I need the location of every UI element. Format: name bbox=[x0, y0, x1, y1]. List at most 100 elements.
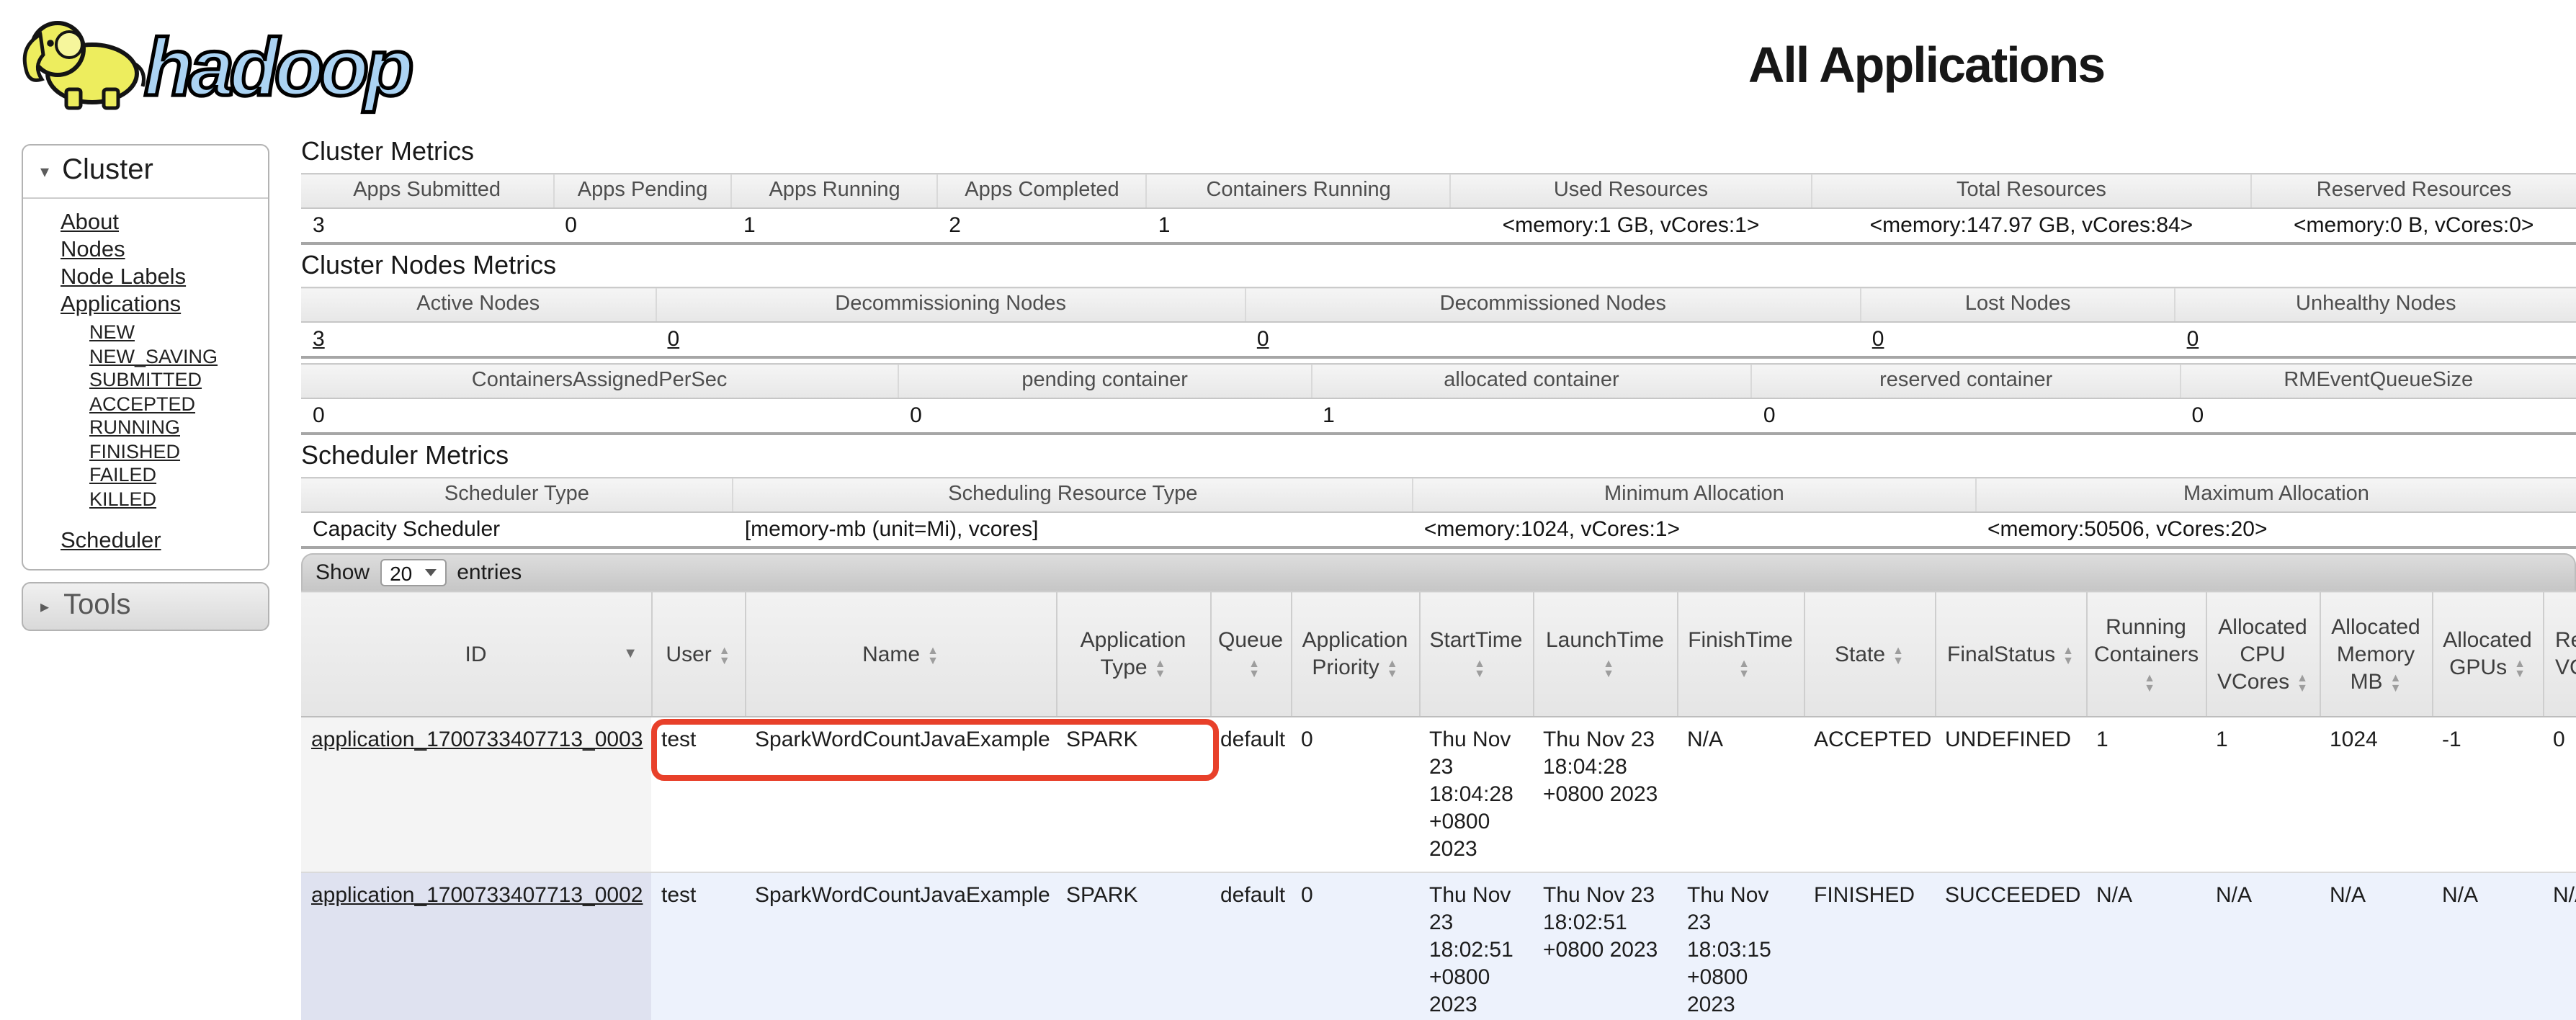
hadoop-logo: hadoop bbox=[14, 6, 447, 122]
cell-launchtime: Thu Nov 23 18:04:28 +0800 2023 bbox=[1533, 717, 1677, 872]
column-header: Active Nodes bbox=[301, 287, 656, 322]
column-header-queue[interactable]: Queue▲▼ bbox=[1210, 591, 1291, 717]
metric-value: <memory:147.97 GB, vCores:84> bbox=[1812, 208, 2252, 243]
column-header: Apps Completed bbox=[937, 174, 1147, 208]
column-header-running-containers[interactable]: Running Containers ▲▼ bbox=[2086, 591, 2206, 717]
metric-value: <memory:0 B, vCores:0> bbox=[2251, 208, 2576, 243]
column-header: Apps Submitted bbox=[301, 174, 553, 208]
sidebar-item-scheduler[interactable]: Scheduler bbox=[61, 529, 161, 553]
column-header: Scheduling Resource Type bbox=[733, 478, 1413, 512]
sort-icon: ▲▼ bbox=[719, 645, 730, 665]
cell-state: ACCEPTED bbox=[1804, 717, 1935, 872]
sidebar-item-about[interactable]: About bbox=[61, 210, 119, 235]
main-content: Cluster Metrics Apps Submitted Apps Pend… bbox=[301, 138, 2576, 1020]
sort-icon: ▲▼ bbox=[1738, 658, 1750, 679]
metric-value: 0 bbox=[301, 398, 898, 434]
active-nodes-link[interactable]: 3 bbox=[313, 327, 325, 352]
column-header-allocated-gpus[interactable]: Allocated GPUs▲▼ bbox=[2432, 591, 2543, 717]
sidebar-item-state-finished[interactable]: FINISHED bbox=[89, 440, 180, 462]
column-label: Allocated CPU VCores bbox=[2217, 614, 2307, 694]
cell-queue: default bbox=[1210, 717, 1291, 872]
cell-application-type: SPARK bbox=[1056, 872, 1210, 1020]
metric-value: 0 bbox=[2180, 398, 2576, 434]
sort-icon: ▲▼ bbox=[2062, 645, 2074, 665]
column-header-launchtime[interactable]: LaunchTime▲▼ bbox=[1533, 591, 1677, 717]
column-header: allocated container bbox=[1311, 364, 1752, 398]
metric-value: 2 bbox=[937, 208, 1147, 243]
sidebar-item-state-failed[interactable]: FAILED bbox=[89, 464, 156, 486]
column-header-starttime[interactable]: StartTime▲▼ bbox=[1419, 591, 1533, 717]
metric-value: [memory-mb (unit=Mi), vcores] bbox=[733, 512, 1413, 547]
column-header: RMEventQueueSize bbox=[2180, 364, 2576, 398]
column-header: Scheduler Type bbox=[301, 478, 733, 512]
sidebar-item-state-new-saving[interactable]: NEW_SAVING bbox=[89, 345, 218, 367]
column-header: pending container bbox=[898, 364, 1311, 398]
cluster-nodes-metrics-table-1: Active Nodes Decommissioning Nodes Decom… bbox=[301, 287, 2576, 359]
sidebar-item-node-labels[interactable]: Node Labels bbox=[61, 265, 186, 290]
sidebar-item-state-killed[interactable]: KILLED bbox=[89, 488, 156, 509]
column-header: Containers Running bbox=[1147, 174, 1451, 208]
application-id-link[interactable]: application_1700733407713_0002 bbox=[311, 883, 643, 908]
sort-icon: ▲▼ bbox=[2144, 672, 2155, 692]
column-header-finishtime[interactable]: FinishTime▲▼ bbox=[1677, 591, 1804, 717]
sidebar-item-state-running[interactable]: RUNNING bbox=[89, 416, 180, 438]
sort-icon: ▲▼ bbox=[1474, 658, 1485, 679]
column-header-name[interactable]: Name▲▼ bbox=[745, 591, 1056, 717]
column-label: State bbox=[1835, 642, 1885, 666]
cell-finishtime: N/A bbox=[1677, 717, 1804, 872]
column-header: Apps Pending bbox=[553, 174, 732, 208]
cell-queue: default bbox=[1210, 872, 1291, 1020]
sidebar-item-state-submitted[interactable]: SUBMITTED bbox=[89, 369, 202, 390]
sort-icon: ▲▼ bbox=[2297, 672, 2308, 692]
column-header-user[interactable]: User ▲▼ bbox=[651, 591, 745, 717]
sidebar-item-state-accepted[interactable]: ACCEPTED bbox=[89, 393, 195, 414]
metric-value: <memory:1 GB, vCores:1> bbox=[1450, 208, 1811, 243]
application-id-link[interactable]: application_1700733407713_0003 bbox=[311, 728, 643, 752]
column-header-application-type[interactable]: Application Type▲▼ bbox=[1056, 591, 1210, 717]
column-header-application-priority[interactable]: Application Priority▲▼ bbox=[1291, 591, 1419, 717]
sidebar-item-applications[interactable]: Applications bbox=[61, 292, 181, 317]
cell-finishtime: Thu Nov 23 18:03:15 +0800 2023 bbox=[1677, 872, 1804, 1020]
column-header-id[interactable]: ID ▼ bbox=[301, 591, 651, 717]
page-size-value: 20 bbox=[390, 561, 412, 584]
sort-icon: ▲▼ bbox=[1892, 645, 1904, 665]
column-header-reserved-cpu-vcores[interactable]: Reserved CPU VCores bbox=[2543, 591, 2576, 717]
tools-panel-header[interactable]: ▸ Tools bbox=[22, 582, 269, 631]
lost-nodes-link[interactable]: 0 bbox=[1872, 327, 1884, 352]
decommissioning-nodes-link[interactable]: 0 bbox=[667, 327, 679, 352]
column-header: Decommissioning Nodes bbox=[656, 287, 1245, 322]
sidebar-item-nodes[interactable]: Nodes bbox=[61, 238, 125, 262]
cell-allocated-gpus: -1 bbox=[2432, 717, 2543, 872]
column-header: Used Resources bbox=[1450, 174, 1811, 208]
sidebar-item-state-new[interactable]: NEW bbox=[89, 321, 135, 343]
cluster-panel-header[interactable]: ▾ Cluster bbox=[23, 146, 268, 199]
column-label: Allocated Memory MB bbox=[2331, 614, 2420, 694]
column-label: Queue bbox=[1218, 628, 1283, 653]
metric-value: 1 bbox=[1147, 208, 1451, 243]
cell-reserved-cpu-vcores: 0 bbox=[2543, 717, 2576, 872]
column-header-allocated-cpu-vcores[interactable]: Allocated CPU VCores▲▼ bbox=[2206, 591, 2320, 717]
cell-application-priority: 0 bbox=[1291, 717, 1419, 872]
column-label: FinalStatus bbox=[1947, 642, 2055, 666]
chevron-down-icon bbox=[425, 569, 437, 576]
cell-state: FINISHED bbox=[1804, 872, 1935, 1020]
column-header: Total Resources bbox=[1812, 174, 2252, 208]
column-label: User bbox=[666, 642, 711, 666]
sidebar: ▾ Cluster About Nodes Node Labels Applic… bbox=[22, 144, 269, 631]
cell-starttime: Thu Nov 23 18:02:51 +0800 2023 bbox=[1419, 872, 1533, 1020]
cell-allocated-cpu-vcores: N/A bbox=[2206, 872, 2320, 1020]
page-size-select[interactable]: 20 bbox=[380, 559, 447, 586]
cell-application-type: SPARK bbox=[1056, 717, 1210, 872]
column-label: Reserved CPU VCores bbox=[2555, 628, 2576, 680]
column-header-allocated-memory-mb[interactable]: Allocated Memory MB▲▼ bbox=[2320, 591, 2432, 717]
column-label: Running Containers bbox=[2094, 614, 2199, 666]
column-header-state[interactable]: State ▲▼ bbox=[1804, 591, 1935, 717]
sort-icon: ▲▼ bbox=[2514, 658, 2526, 679]
decommissioned-nodes-link[interactable]: 0 bbox=[1257, 327, 1269, 352]
sort-icon: ▲▼ bbox=[1387, 658, 1398, 679]
unhealthy-nodes-link[interactable]: 0 bbox=[2187, 327, 2199, 352]
metric-value: 1 bbox=[1311, 398, 1752, 434]
table-row: application_1700733407713_0003 test Spar… bbox=[301, 717, 2576, 872]
column-header: Unhealthy Nodes bbox=[2175, 287, 2576, 322]
column-header-finalstatus[interactable]: FinalStatus ▲▼ bbox=[1935, 591, 2086, 717]
